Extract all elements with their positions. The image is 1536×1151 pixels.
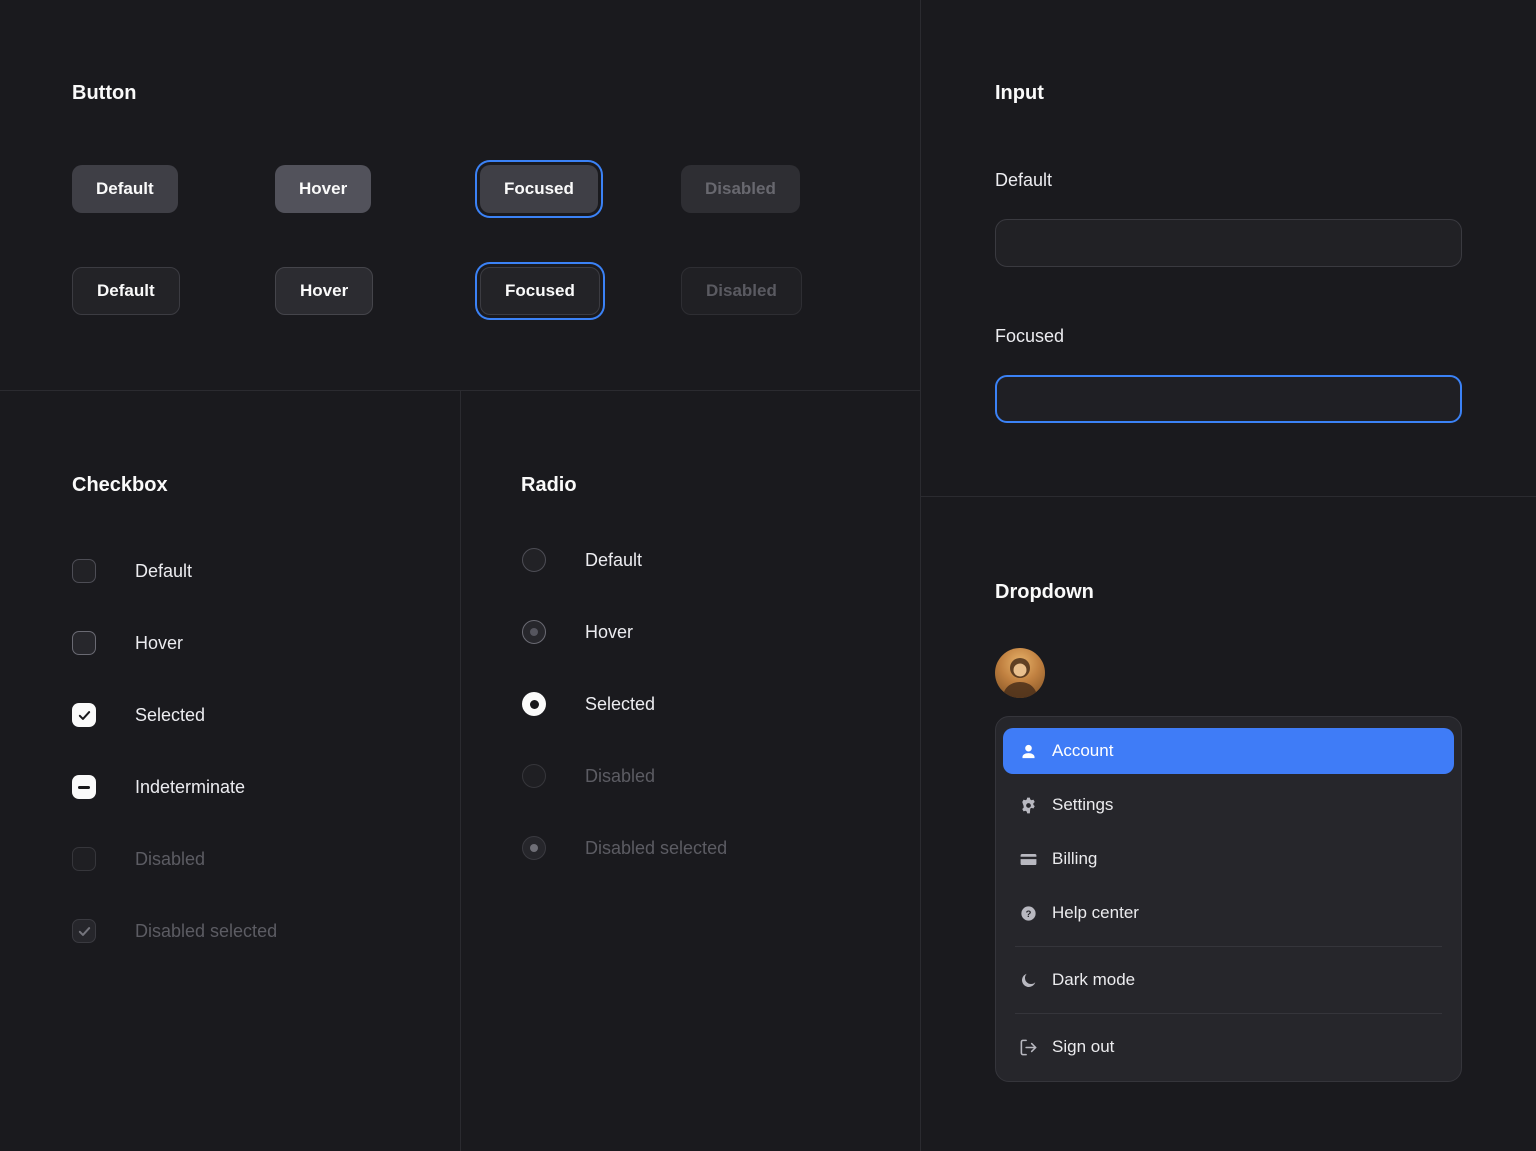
menu-divider bbox=[1015, 1013, 1442, 1014]
radio-row-default: Default bbox=[522, 548, 727, 572]
credit-card-icon bbox=[1019, 850, 1038, 869]
section-title-dropdown: Dropdown bbox=[995, 578, 1094, 606]
checkbox-section: Checkbox Default Hover Selected Indete bbox=[0, 391, 461, 1151]
radio-dot bbox=[530, 628, 538, 636]
menu-item-label: Help center bbox=[1052, 903, 1139, 923]
radio-section: Radio Default Hover Selected Disabled Di… bbox=[461, 391, 921, 1151]
component-showcase-page: Button Default Hover Focused Disabled De… bbox=[0, 0, 1536, 1151]
user-icon bbox=[1019, 742, 1038, 761]
moon-icon bbox=[1019, 971, 1038, 990]
menu-item-label: Billing bbox=[1052, 849, 1097, 869]
radio-label: Selected bbox=[585, 694, 655, 715]
input-section: Input Default Focused bbox=[921, 0, 1536, 497]
radio-disabled bbox=[522, 764, 546, 788]
radio-row-selected: Selected bbox=[522, 692, 727, 716]
checkbox-label: Disabled bbox=[135, 849, 205, 870]
check-icon bbox=[77, 924, 92, 939]
radio-selected[interactable] bbox=[522, 692, 546, 716]
checkbox-row-hover: Hover bbox=[72, 631, 277, 655]
checkbox-label: Selected bbox=[135, 705, 205, 726]
button-solid-default[interactable]: Default bbox=[72, 165, 178, 213]
button-solid-hover[interactable]: Hover bbox=[275, 165, 371, 213]
menu-item-sign-out[interactable]: Sign out bbox=[1003, 1020, 1454, 1074]
checkbox-label: Hover bbox=[135, 633, 183, 654]
radio-row-hover: Hover bbox=[522, 620, 727, 644]
checkbox-row-disabled: Disabled bbox=[72, 847, 277, 871]
menu-item-help-center[interactable]: ? Help center bbox=[1003, 886, 1454, 940]
section-title-button: Button bbox=[72, 79, 136, 107]
radio-hover[interactable] bbox=[522, 620, 546, 644]
menu-item-billing[interactable]: Billing bbox=[1003, 832, 1454, 886]
avatar[interactable] bbox=[995, 648, 1045, 698]
menu-item-dark-mode[interactable]: Dark mode bbox=[1003, 953, 1454, 1007]
menu-item-label: Account bbox=[1052, 741, 1113, 761]
radio-disabled-selected bbox=[522, 836, 546, 860]
button-solid-disabled: Disabled bbox=[681, 165, 800, 213]
button-ghost-default[interactable]: Default bbox=[72, 267, 180, 315]
checkbox-label: Indeterminate bbox=[135, 777, 245, 798]
button-ghost-focused[interactable]: Focused bbox=[480, 267, 600, 315]
dropdown-section: Dropdown Account Settings bbox=[921, 497, 1536, 1151]
minus-icon bbox=[78, 786, 90, 789]
radio-label: Hover bbox=[585, 622, 633, 643]
button-ghost-disabled: Disabled bbox=[681, 267, 802, 315]
checkbox-hover[interactable] bbox=[72, 631, 96, 655]
sign-out-icon bbox=[1019, 1038, 1038, 1057]
radio-row-disabled-selected: Disabled selected bbox=[522, 836, 727, 860]
menu-item-label: Dark mode bbox=[1052, 970, 1135, 990]
section-title-radio: Radio bbox=[521, 471, 577, 499]
radio-row-disabled: Disabled bbox=[522, 764, 727, 788]
menu-item-settings[interactable]: Settings bbox=[1003, 778, 1454, 832]
section-title-input: Input bbox=[995, 79, 1044, 107]
checkbox-disabled bbox=[72, 847, 96, 871]
radio-default[interactable] bbox=[522, 548, 546, 572]
radio-label: Disabled bbox=[585, 766, 655, 787]
radio-dot bbox=[530, 700, 539, 709]
checkbox-default[interactable] bbox=[72, 559, 96, 583]
radio-label: Disabled selected bbox=[585, 838, 727, 859]
checkbox-row-disabled-selected: Disabled selected bbox=[72, 919, 277, 943]
menu-item-label: Sign out bbox=[1052, 1037, 1114, 1057]
checkbox-indeterminate[interactable] bbox=[72, 775, 96, 799]
avatar-person-icon bbox=[995, 648, 1045, 698]
gear-icon bbox=[1019, 796, 1038, 815]
button-section: Button Default Hover Focused Disabled De… bbox=[0, 0, 921, 391]
radio-list: Default Hover Selected Disabled Disabled… bbox=[522, 548, 727, 860]
menu-divider bbox=[1015, 946, 1442, 947]
button-solid-focused[interactable]: Focused bbox=[480, 165, 598, 213]
checkbox-disabled-selected bbox=[72, 919, 96, 943]
input-default[interactable] bbox=[995, 219, 1462, 267]
check-icon bbox=[77, 708, 92, 723]
svg-text:?: ? bbox=[1026, 908, 1032, 919]
menu-item-account[interactable]: Account bbox=[1003, 728, 1454, 774]
checkbox-row-indeterminate: Indeterminate bbox=[72, 775, 277, 799]
button-ghost-hover[interactable]: Hover bbox=[275, 267, 373, 315]
dropdown-menu: Account Settings Billing ? Help center bbox=[995, 716, 1462, 1082]
input-focused[interactable] bbox=[995, 375, 1462, 423]
input-label-default: Default bbox=[995, 169, 1052, 191]
checkbox-label: Default bbox=[135, 561, 192, 582]
section-title-checkbox: Checkbox bbox=[72, 471, 168, 499]
checkbox-row-selected: Selected bbox=[72, 703, 277, 727]
radio-dot bbox=[530, 844, 538, 852]
checkbox-label: Disabled selected bbox=[135, 921, 277, 942]
checkbox-list: Default Hover Selected Indeterminate bbox=[72, 559, 277, 943]
help-circle-icon: ? bbox=[1019, 904, 1038, 923]
checkbox-row-default: Default bbox=[72, 559, 277, 583]
checkbox-selected[interactable] bbox=[72, 703, 96, 727]
menu-item-label: Settings bbox=[1052, 795, 1113, 815]
radio-label: Default bbox=[585, 550, 642, 571]
input-label-focused: Focused bbox=[995, 325, 1064, 347]
